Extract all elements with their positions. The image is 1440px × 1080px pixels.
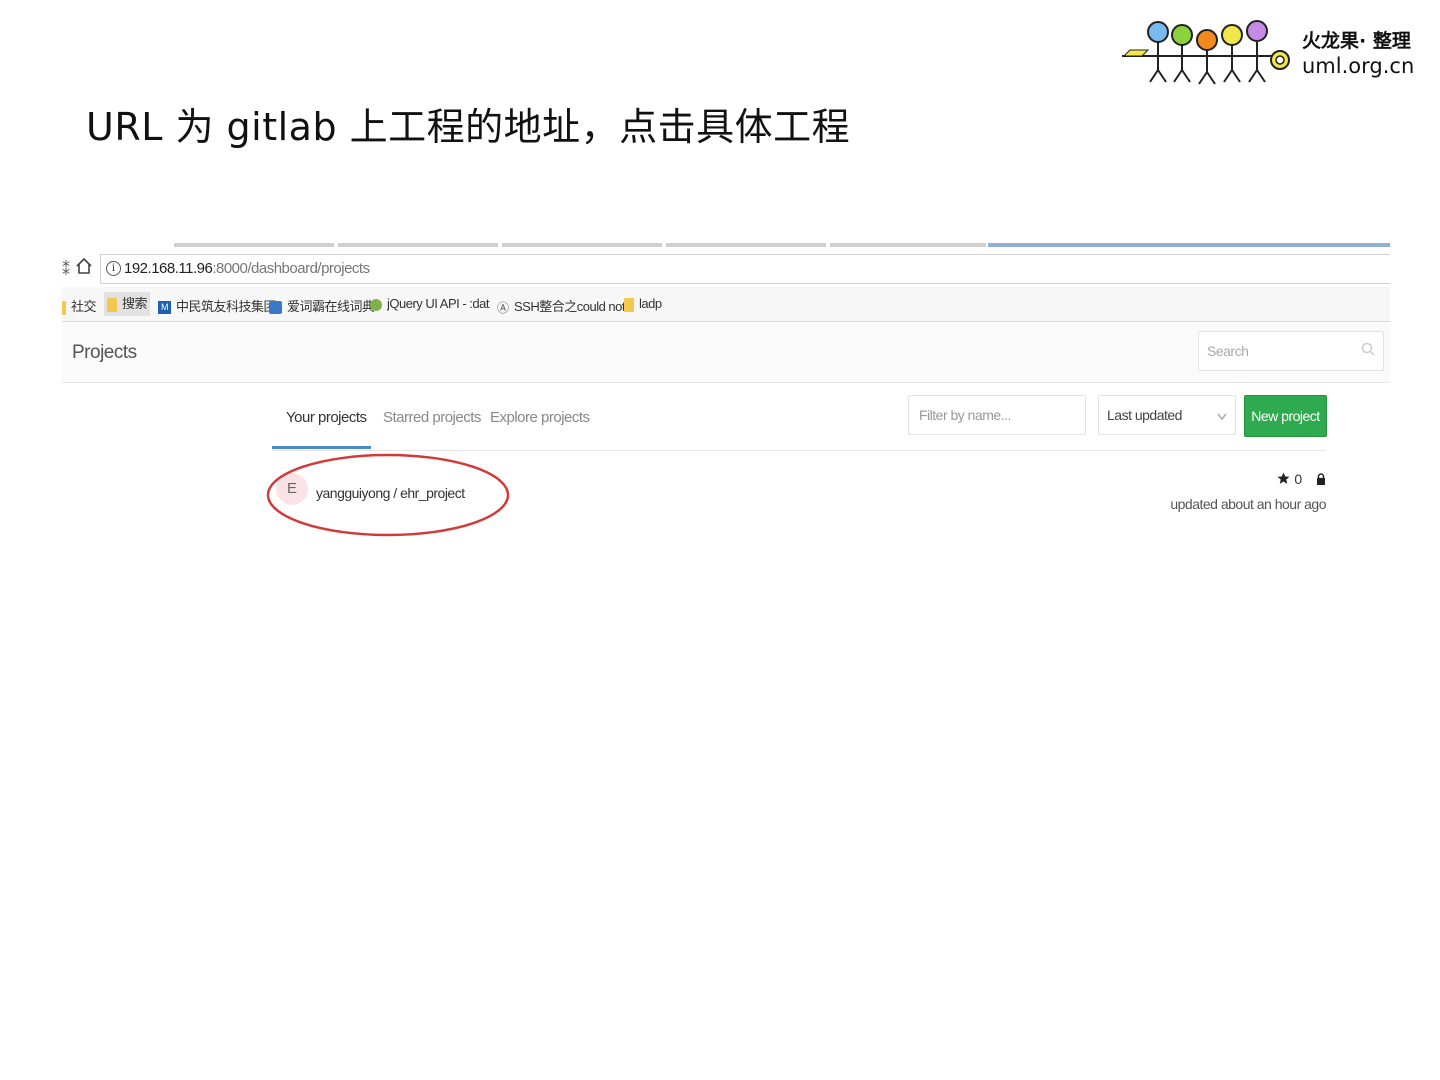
url-text: 192.168.11.96:8000/dashboard/projects	[124, 260, 370, 277]
url-path: :8000/dashboard/projects	[212, 260, 370, 277]
address-bar[interactable]: i 192.168.11.96:8000/dashboard/projects	[100, 254, 1390, 284]
bookmark-zhongmin[interactable]: M 中民筑友科技集团	[158, 296, 277, 315]
star-icon	[1277, 472, 1290, 488]
bookmark-label: 爱词霸在线词典	[287, 299, 375, 314]
tab-starred-projects[interactable]: Starred projects	[383, 409, 481, 426]
gitlab-header: Projects Search	[62, 322, 1390, 383]
address-bar-row: ⁑ i 192.168.11.96:8000/dashboard/project…	[62, 251, 1390, 287]
bookmark-label: 社交	[71, 299, 97, 314]
bookmark-label: jQuery UI API - :dat	[387, 296, 490, 311]
tab-explore-projects[interactable]: Explore projects	[490, 409, 590, 426]
active-tab-underline	[272, 446, 371, 449]
search-input[interactable]: Search	[1198, 331, 1384, 371]
project-updated-time: updated about an hour ago	[1170, 496, 1326, 513]
chevron-down-icon	[1217, 408, 1227, 426]
slide-title: URL 为 gitlab 上工程的地址，点击具体工程	[86, 105, 851, 149]
project-tabs: Your projects Starred projects Explore p…	[272, 382, 1327, 451]
site-icon	[370, 298, 382, 311]
site-icon: Ⓐ	[497, 300, 509, 315]
project-meta: 0 updated about an hour ago	[1170, 471, 1326, 512]
bookmark-jquery[interactable]: jQuery UI API - :dat	[370, 296, 490, 314]
site-icon: M	[158, 301, 171, 315]
folder-icon	[107, 297, 117, 312]
bookmark-label: 中民筑友科技集团	[176, 299, 277, 314]
tab-your-projects[interactable]: Your projects	[286, 409, 367, 426]
bookmarks-bar: 社交 搜索 M 中民筑友科技集团 爱词霸在线词典 jQuery UI API - …	[62, 287, 1390, 322]
bookmark-search[interactable]: 搜索	[104, 292, 151, 316]
stick-figures-logo-icon	[1122, 20, 1290, 85]
site-icon	[269, 301, 282, 315]
project-stats: 0	[1170, 471, 1326, 488]
uml-logo: 火龙果· 整理 uml.org.cn	[1120, 18, 1420, 88]
bookmark-ssh[interactable]: Ⓐ SSH整合之could not	[497, 296, 626, 315]
search-placeholder: Search	[1207, 343, 1249, 359]
bookmark-label: 搜索	[122, 296, 148, 311]
bookmark-ladp[interactable]: ladp	[624, 296, 662, 314]
home-icon[interactable]	[76, 257, 92, 280]
bookmark-social[interactable]: 社交	[62, 296, 97, 315]
project-row[interactable]: E yangguiyong / ehr_project 0 updated ab…	[266, 451, 1326, 537]
bookmark-label: SSH整合之could not	[514, 299, 626, 314]
bookmark-label: ladp	[639, 296, 662, 311]
annotation-ellipse	[266, 453, 510, 537]
url-host: 192.168.11.96	[124, 260, 213, 277]
sort-dropdown[interactable]: Last updated	[1098, 395, 1236, 435]
new-project-button[interactable]: New project	[1244, 395, 1327, 437]
browser-screenshot: ⁑ i 192.168.11.96:8000/dashboard/project…	[62, 243, 1390, 563]
star-count: 0	[1294, 471, 1303, 487]
filter-placeholder: Filter by name...	[919, 407, 1011, 423]
folder-icon	[62, 300, 66, 315]
sort-selected: Last updated	[1107, 407, 1182, 423]
refresh-icon[interactable]: ⁑	[62, 260, 70, 280]
bookmark-iciba[interactable]: 爱词霸在线词典	[269, 296, 375, 315]
info-icon[interactable]: i	[106, 261, 121, 276]
search-icon	[1361, 342, 1375, 359]
lock-icon	[1316, 472, 1326, 488]
filter-by-name-input[interactable]: Filter by name...	[908, 395, 1086, 435]
logo-url: uml.org.cn	[1302, 54, 1415, 78]
browser-tab-strip	[62, 243, 1390, 249]
logo-name: 火龙果· 整理	[1302, 30, 1411, 52]
page-title: Projects	[72, 342, 137, 363]
folder-icon	[624, 297, 634, 312]
